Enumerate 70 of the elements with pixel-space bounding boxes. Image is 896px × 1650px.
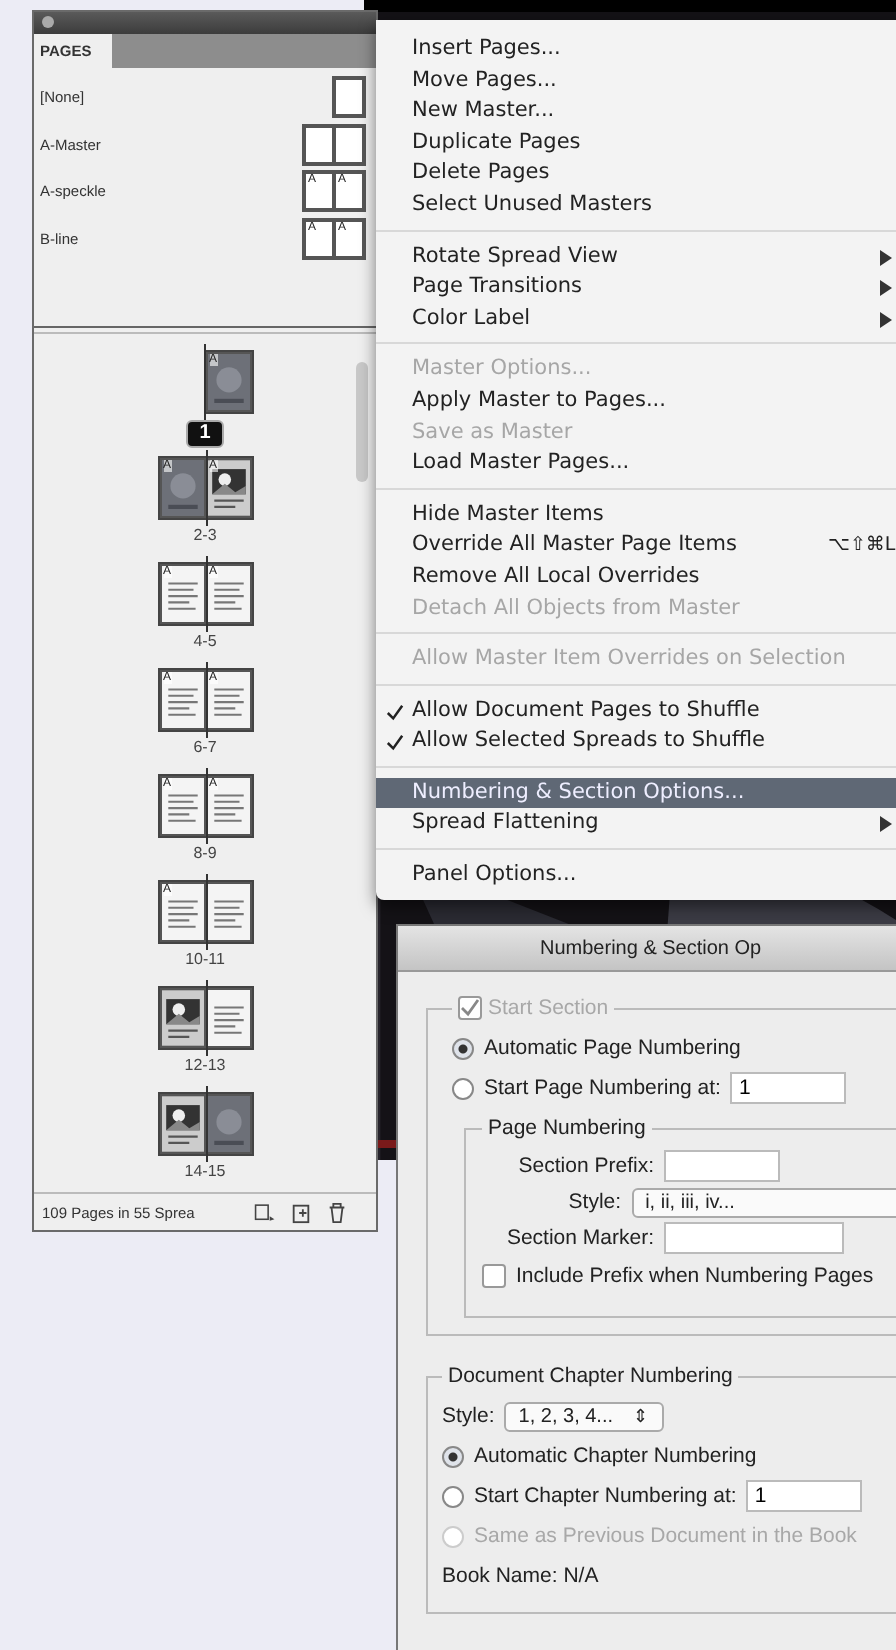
- menu-item[interactable]: Hide Master Items: [376, 499, 896, 531]
- spread-label[interactable]: 4-5: [189, 632, 221, 652]
- menu-item[interactable]: Select Unused Masters: [376, 189, 896, 222]
- radio-button[interactable]: [452, 1077, 474, 1099]
- radio-label: Same as Previous Document in the Book: [474, 1524, 857, 1548]
- input-field[interactable]: 1: [730, 1072, 847, 1104]
- dialog-title: Numbering & Section Op: [540, 937, 762, 959]
- stepper-arrows: ⇕: [633, 1405, 650, 1427]
- radio-button[interactable]: [452, 1037, 474, 1059]
- menu-item[interactable]: Override All Master Page Items ⌥⇧⌘L: [376, 530, 896, 562]
- menu-item[interactable]: Allow Selected Spreads to Shuffle: [376, 726, 896, 758]
- menu-item[interactable]: Move Pages...: [376, 65, 896, 97]
- menu-item[interactable]: Page Transitions: [376, 272, 896, 304]
- radio-button[interactable]: [442, 1485, 464, 1507]
- radio-label: Start Chapter Numbering at:: [474, 1484, 737, 1508]
- menu-item[interactable]: Insert Pages...: [376, 34, 896, 66]
- shortcut: ⌥⇧⌘L: [828, 532, 896, 561]
- menu-item[interactable]: Load Master Pages...: [376, 448, 896, 480]
- menu-item[interactable]: Apply Master to Pages...: [376, 385, 896, 418]
- spread-label[interactable]: 1: [185, 420, 225, 448]
- radio-label: Start Page Numbering at:: [484, 1076, 721, 1100]
- menu-item[interactable]: Spread Flattening: [376, 808, 896, 841]
- page-thumbnail[interactable]: [159, 1094, 205, 1154]
- radio-label: Automatic Page Numbering: [484, 1036, 741, 1060]
- close-icon[interactable]: [42, 16, 54, 28]
- page-thumbnail[interactable]: [205, 882, 251, 942]
- page-thumbnail[interactable]: [159, 988, 205, 1048]
- radio-button[interactable]: [442, 1445, 464, 1467]
- page-size-icon[interactable]: [254, 1201, 276, 1223]
- page-thumbnail[interactable]: [304, 125, 334, 164]
- style-dropdown[interactable]: 1, 2, 3, 4... ⇕: [504, 1401, 664, 1431]
- field-label: Style:: [442, 1404, 495, 1428]
- spread-label[interactable]: 10-11: [181, 950, 229, 970]
- field-label: Section Marker:: [504, 1226, 654, 1250]
- menu-item[interactable]: New Master...: [376, 96, 896, 128]
- style-dropdown[interactable]: i, ii, iii, iv...: [631, 1187, 896, 1217]
- checkmark-icon: [460, 998, 480, 1018]
- page-thumbnail[interactable]: [205, 988, 251, 1048]
- menu-item[interactable]: Allow Document Pages to Shuffle: [376, 695, 896, 727]
- checkbox-label: Start Section: [488, 996, 609, 1020]
- trash-icon[interactable]: [326, 1201, 348, 1223]
- page-thumbnail[interactable]: [334, 125, 364, 164]
- checkbox[interactable]: [482, 1264, 506, 1288]
- menu-item[interactable]: Rotate Spread View: [376, 241, 896, 273]
- page-thumbnail[interactable]: [205, 1094, 251, 1154]
- menu-item[interactable]: Remove All Local Overrides: [376, 561, 896, 593]
- spread-label[interactable]: 2-3: [189, 526, 221, 546]
- scrollbar[interactable]: [356, 362, 368, 482]
- spread-label[interactable]: 12-13: [180, 1056, 230, 1076]
- menu-item[interactable]: Delete Pages: [376, 158, 896, 190]
- group-title: Page Numbering: [488, 1116, 646, 1140]
- book-name-text: Book Name: N/A: [442, 1564, 599, 1588]
- radio-label: Automatic Chapter Numbering: [474, 1444, 757, 1468]
- menu-item[interactable]: Panel Options...: [376, 860, 896, 892]
- menu-item[interactable]: Numbering & Section Options...: [376, 777, 896, 809]
- new-page-icon[interactable]: [290, 1201, 312, 1223]
- field-label: Style:: [566, 1190, 622, 1214]
- menu-item[interactable]: Color Label: [376, 303, 896, 335]
- group-title: Document Chapter Numbering: [448, 1364, 733, 1388]
- field-label: Section Prefix:: [516, 1154, 654, 1178]
- spread-label[interactable]: 8-9: [189, 844, 221, 864]
- spread-label[interactable]: 14-15: [180, 1162, 230, 1182]
- input-field[interactable]: [664, 1150, 780, 1182]
- checkbox[interactable]: [458, 996, 482, 1020]
- spread-label[interactable]: 6-7: [189, 738, 221, 758]
- menu-item[interactable]: Duplicate Pages: [376, 127, 896, 159]
- checkbox-label: Include Prefix when Numbering Pages: [516, 1264, 874, 1288]
- page-thumbnail[interactable]: [334, 78, 364, 117]
- input-field[interactable]: [664, 1222, 844, 1254]
- input-field[interactable]: 1: [746, 1480, 863, 1512]
